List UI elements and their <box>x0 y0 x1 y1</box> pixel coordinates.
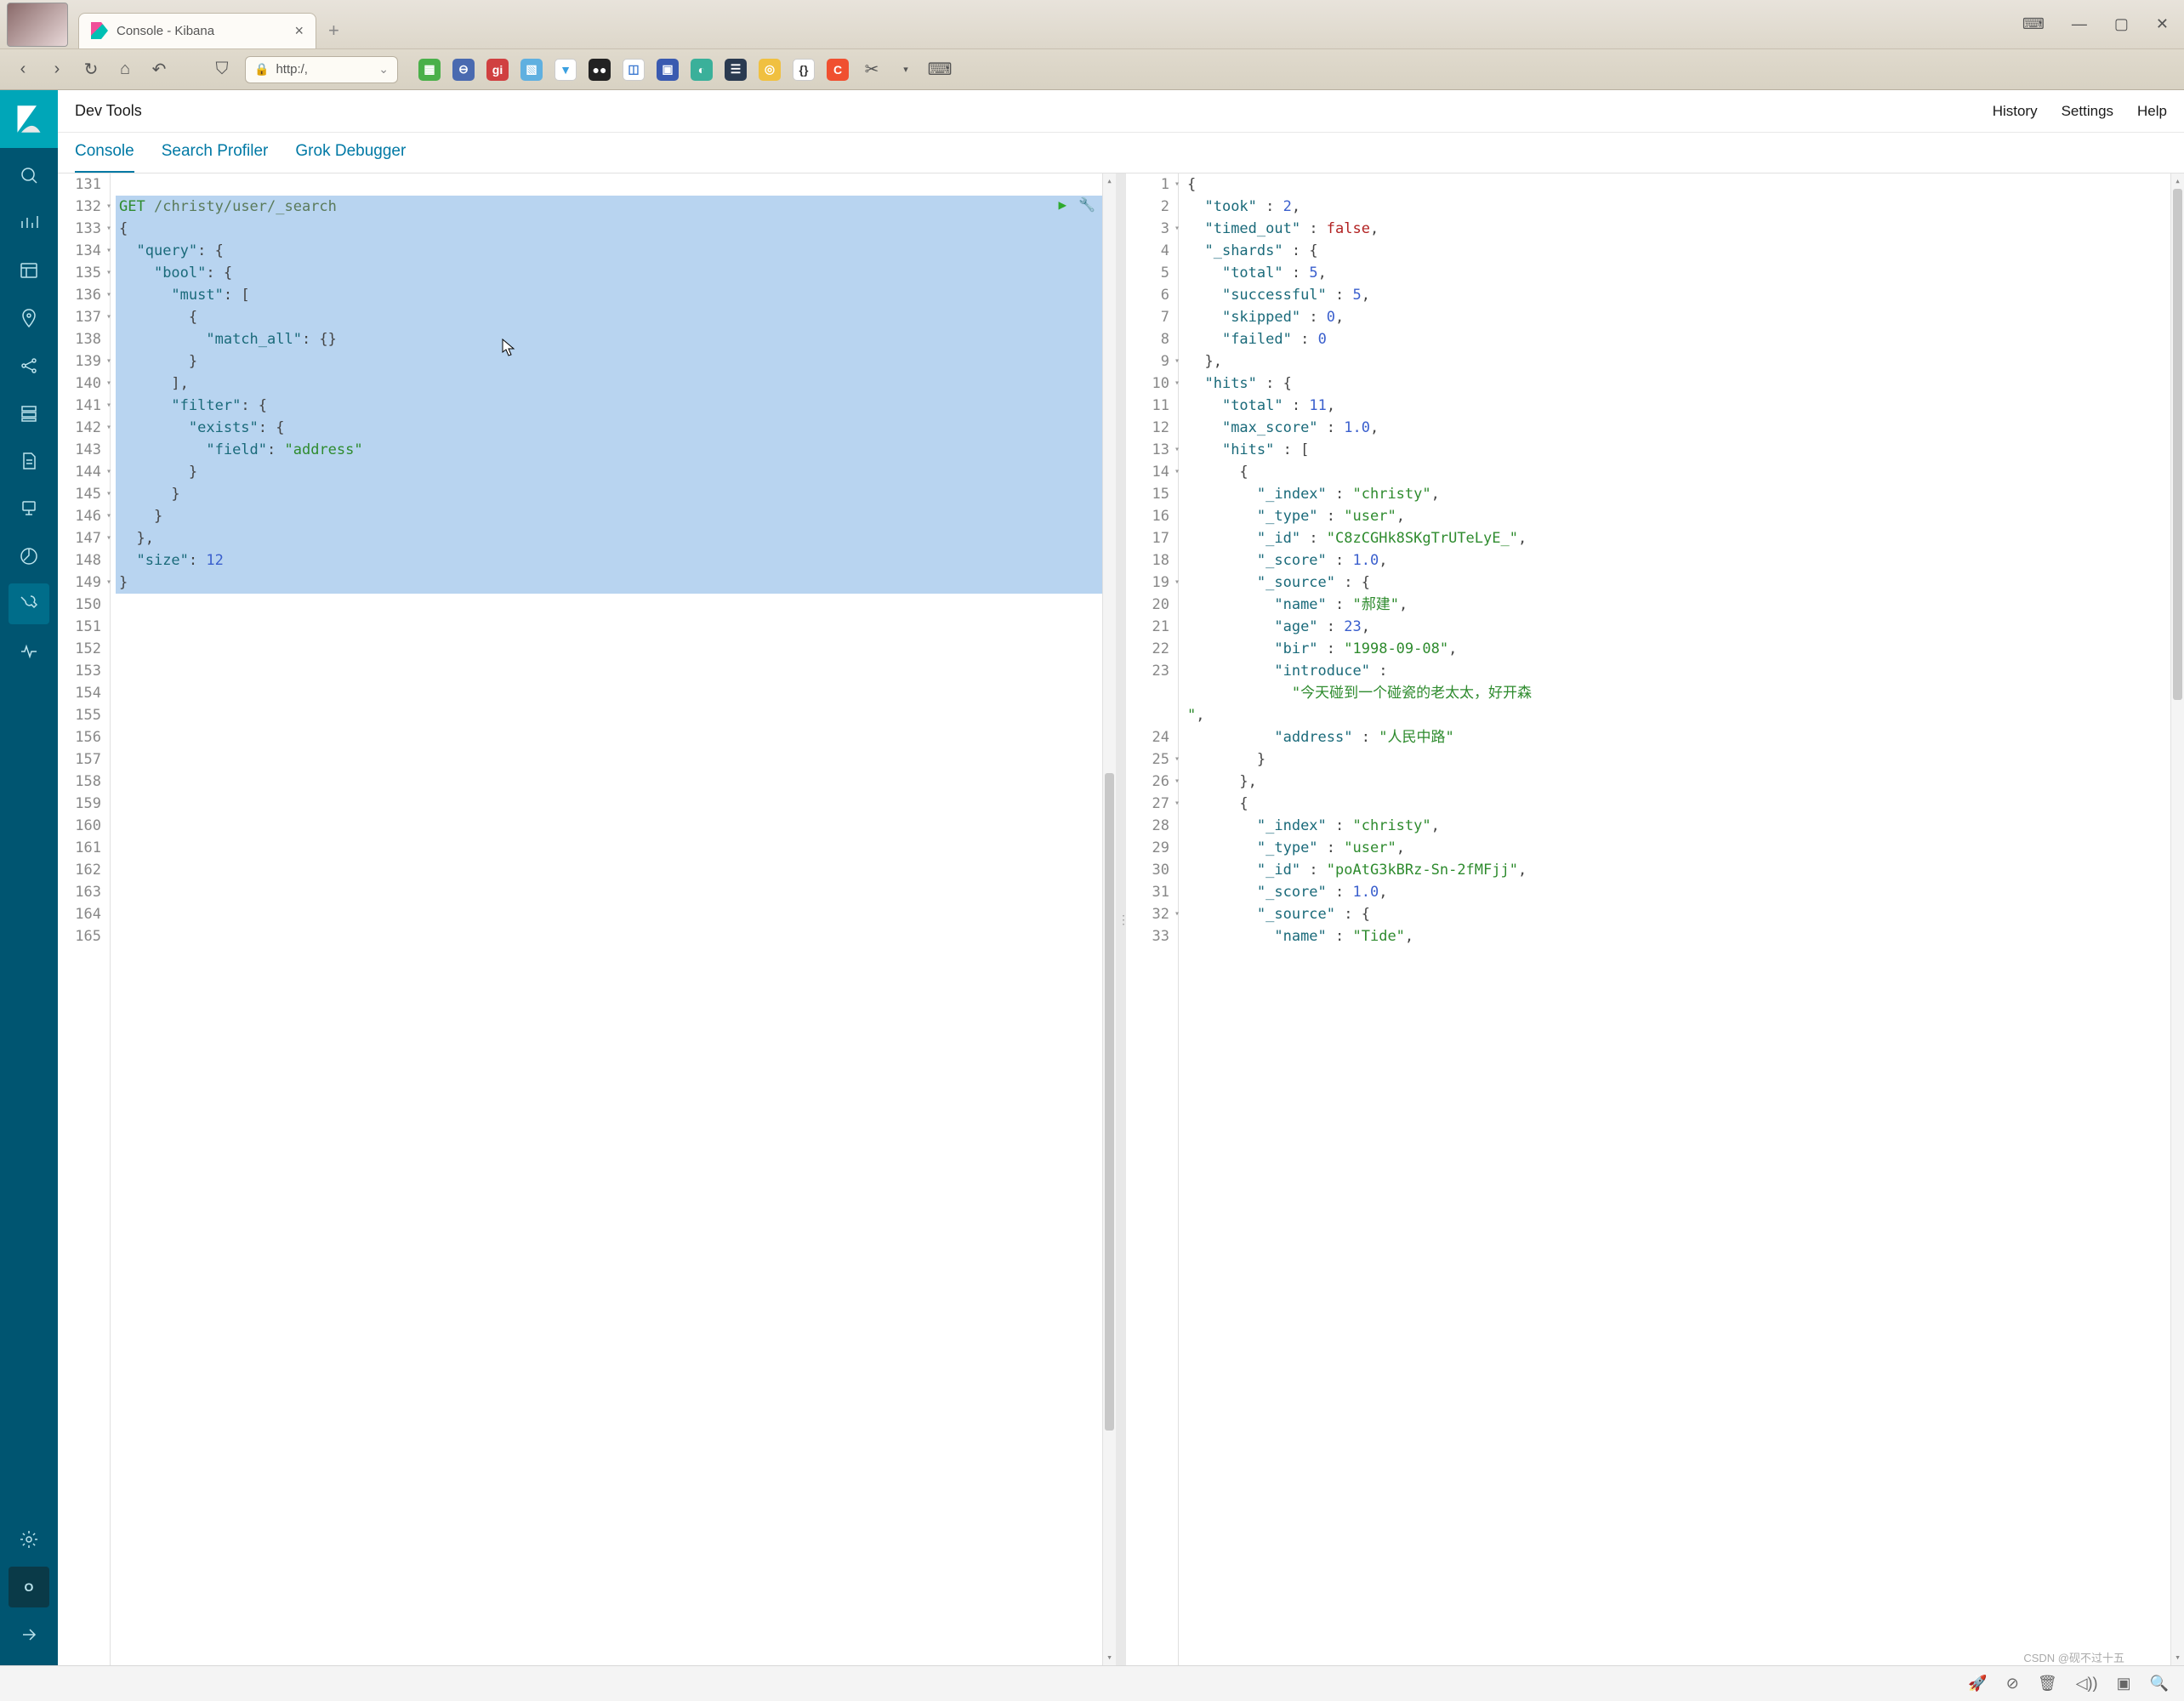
window-controls: ⌨ — ▢ ✕ <box>2022 15 2177 33</box>
chevron-down-icon[interactable]: ⌄ <box>378 62 389 77</box>
scroll-up-icon[interactable]: ▴ <box>2171 174 2184 189</box>
tab-console[interactable]: Console <box>75 142 134 173</box>
target-icon[interactable]: ⊘ <box>2006 1675 2019 1692</box>
kibana-logo-icon[interactable] <box>0 90 58 148</box>
ml-icon[interactable] <box>9 345 49 386</box>
dashboard-icon[interactable] <box>9 250 49 291</box>
history-link[interactable]: History <box>1993 103 2038 120</box>
ext-icon-9[interactable]: ◐ <box>691 59 713 81</box>
sound-icon[interactable]: ◁)) <box>2076 1675 2098 1692</box>
ext-icon-6[interactable]: ●● <box>589 59 611 81</box>
window-icon[interactable]: ▣ <box>2117 1675 2131 1692</box>
ext-icon-8[interactable]: ▣ <box>657 59 679 81</box>
kibana-favicon-icon <box>91 22 108 39</box>
watermark: CSDN @砚不过十五 <box>2023 1649 2124 1665</box>
url-text: http:/, <box>276 62 308 77</box>
scroll-up-icon[interactable]: ▴ <box>1103 174 1116 189</box>
forward-button[interactable]: › <box>46 59 68 81</box>
scroll-thumb[interactable] <box>1105 773 1114 1431</box>
request-editor[interactable]: 1311321331341351361371381391401411421431… <box>58 174 1121 1665</box>
ext-icon-1[interactable]: ▦ <box>418 59 441 81</box>
tab-search-profiler[interactable]: Search Profiler <box>162 142 269 173</box>
response-viewer[interactable]: 1234567891011121314151617181920212223242… <box>1126 174 2184 1665</box>
scroll-down-icon[interactable]: ▾ <box>1103 1650 1116 1665</box>
console-panes: 1311321331341351361371381391401411421431… <box>58 174 2184 1665</box>
home-button[interactable]: ⌂ <box>114 59 136 81</box>
ext-icon-11[interactable]: ◎ <box>759 59 781 81</box>
trash-icon[interactable]: 🗑 <box>2038 1675 2057 1692</box>
ext-icon-7[interactable]: ◫ <box>623 59 645 81</box>
rocket-icon[interactable]: 🚀 <box>1968 1675 1987 1692</box>
status-bar: 🚀 ⊘ 🗑 ◁)) ▣ 🔍 <box>0 1665 2184 1701</box>
ext-icon-3[interactable]: gi <box>486 59 509 81</box>
response-code: { "took" : 2, "timed_out" : false, "_sha… <box>1179 174 2170 1665</box>
apm-icon[interactable] <box>9 488 49 529</box>
collapse-icon[interactable] <box>9 1614 49 1655</box>
run-request-button[interactable]: ▶ <box>1058 194 1066 216</box>
browser-titlebar: Console - Kibana × + ⌨ — ▢ ✕ <box>0 0 2184 49</box>
devtools-icon[interactable] <box>9 583 49 624</box>
ext-icon-10[interactable]: ☰ <box>725 59 747 81</box>
ext-icon-4[interactable]: ▧ <box>520 59 543 81</box>
app-o-icon[interactable]: O <box>9 1567 49 1607</box>
kibana-sidebar: O <box>0 90 58 1665</box>
editor-gutter: 1311321331341351361371381391401411421431… <box>58 174 111 1665</box>
close-window-button[interactable]: ✕ <box>2156 15 2169 33</box>
chevron-down-icon[interactable]: ▾ <box>895 59 917 81</box>
ext-icon-2[interactable]: ⊖ <box>452 59 475 81</box>
scroll-thumb[interactable] <box>2173 189 2182 700</box>
logs-icon[interactable] <box>9 441 49 481</box>
infra-icon[interactable] <box>9 393 49 434</box>
discover-icon[interactable] <box>9 155 49 196</box>
scissors-icon[interactable]: ✂ <box>861 59 883 81</box>
settings-link[interactable]: Settings <box>2062 103 2113 120</box>
devtools-tabs: Console Search Profiler Grok Debugger <box>58 133 2184 174</box>
maps-icon[interactable] <box>9 298 49 338</box>
reload-button[interactable]: ↻ <box>80 59 102 81</box>
management-icon[interactable] <box>9 1519 49 1560</box>
close-tab-icon[interactable]: × <box>294 22 304 40</box>
uptime-icon[interactable] <box>9 536 49 577</box>
keyboard-icon[interactable]: ⌨ <box>2022 15 2045 33</box>
tab-grok-debugger[interactable]: Grok Debugger <box>295 142 406 173</box>
visualize-icon[interactable] <box>9 202 49 243</box>
new-tab-button[interactable]: + <box>328 20 339 42</box>
maximize-button[interactable]: ▢ <box>2114 15 2129 33</box>
page-header: Dev Tools History Settings Help <box>58 90 2184 133</box>
undo-icon[interactable]: ↶ <box>148 59 170 81</box>
kibana-app: O Dev Tools History Settings Help Consol… <box>0 90 2184 1665</box>
browser-toolbar: ‹ › ↻ ⌂ ↶ ⛉ 🔒 http:/, ⌄ ▦ ⊖ gi ▧ ▼ ●● ◫ … <box>0 49 2184 90</box>
header-links: History Settings Help <box>1993 103 2167 120</box>
ext-icon-13[interactable]: C <box>827 59 849 81</box>
profile-avatar[interactable] <box>7 3 68 47</box>
search-icon[interactable]: 🔍 <box>2150 1675 2169 1692</box>
ext-icon-12[interactable]: {} <box>793 59 815 81</box>
scrollbar-right[interactable]: ▴ ▾ <box>2170 174 2184 1665</box>
shield-icon[interactable]: ⛉ <box>211 59 233 81</box>
back-button[interactable]: ‹ <box>12 59 34 81</box>
tab-title: Console - Kibana <box>117 24 214 38</box>
scrollbar-left[interactable]: ▴ ▾ <box>1102 174 1116 1665</box>
browser-tab[interactable]: Console - Kibana × <box>78 13 316 48</box>
scroll-down-icon[interactable]: ▾ <box>2171 1650 2184 1665</box>
breadcrumb: Dev Tools <box>75 102 142 120</box>
monitoring-icon[interactable] <box>9 631 49 672</box>
editor-code[interactable]: GET /christy/user/_search{ "query": { "b… <box>111 174 1102 1665</box>
keyboard-icon-2[interactable]: ⌨ <box>929 59 951 81</box>
response-gutter: 1234567891011121314151617181920212223242… <box>1126 174 1179 1665</box>
content-area: Dev Tools History Settings Help Console … <box>58 90 2184 1665</box>
minimize-button[interactable]: — <box>2072 15 2087 33</box>
lock-icon: 🔒 <box>254 62 269 77</box>
address-bar[interactable]: 🔒 http:/, ⌄ <box>245 56 398 83</box>
request-options-button[interactable]: 🔧 <box>1078 194 1095 216</box>
editor-actions: ▶ 🔧 <box>1058 194 1095 216</box>
ext-icon-5[interactable]: ▼ <box>555 59 577 81</box>
help-link[interactable]: Help <box>2137 103 2167 120</box>
